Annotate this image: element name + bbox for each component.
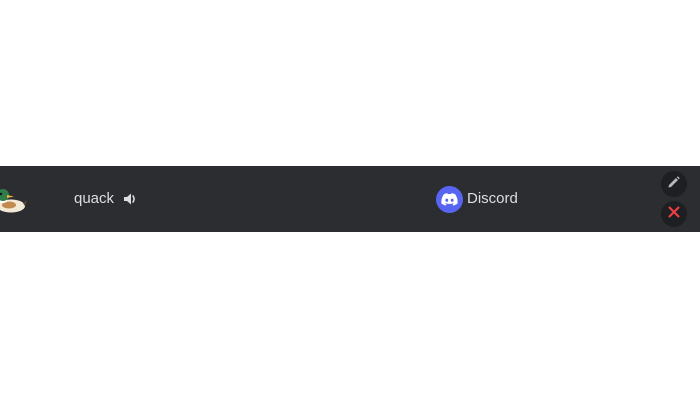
sound-name: quack — [74, 190, 115, 207]
source-name: Discord — [467, 190, 518, 207]
edit-sound-button[interactable] — [661, 171, 687, 197]
speaker-icon[interactable] — [122, 191, 138, 207]
delete-sound-button[interactable] — [661, 201, 687, 227]
source-cell: Discord — [436, 185, 518, 213]
duck-emoji-icon — [0, 186, 28, 214]
close-icon — [668, 205, 680, 223]
pencil-icon — [667, 175, 681, 194]
sound-row[interactable]: quack Discord — [0, 166, 700, 232]
discord-logo-icon — [436, 185, 463, 213]
sound-name-cell: quack — [74, 188, 138, 210]
